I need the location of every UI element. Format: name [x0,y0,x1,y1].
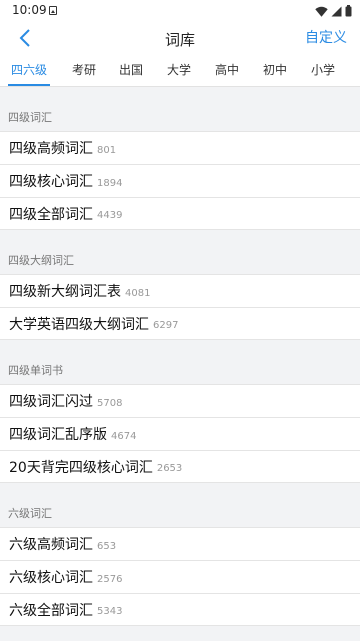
item-count: 4081 [125,287,151,299]
status-icons [315,4,352,18]
custom-button[interactable]: 自定义 [305,27,347,47]
item-count: 5708 [97,397,123,409]
list-item[interactable]: 四级词汇乱序版 4674 [0,417,360,450]
item-name: 四级词汇乱序版 [9,427,107,443]
item-count: 1894 [97,177,123,189]
section-header: 四级词汇 [0,87,360,131]
battery-icon [345,5,352,17]
tab-middle-school[interactable]: 初中 [261,54,289,86]
wifi-icon [315,6,328,17]
tab-high-school[interactable]: 高中 [213,54,241,86]
item-count: 653 [97,540,117,552]
notification-icon [49,6,57,15]
status-bar: 10:09 [0,0,360,22]
item-name: 四级新大纲词汇表 [9,284,121,300]
item-name: 四级高频词汇 [9,141,93,157]
item-name: 六级高频词汇 [9,537,93,553]
tab-primary-school[interactable]: 小学 [309,54,337,86]
list-item[interactable]: 四级核心词汇 1894 [0,164,360,197]
item-name: 四级全部词汇 [9,206,93,223]
section-header: 四级单词书 [0,340,360,384]
list-item[interactable]: 大学英语四级大纲词汇 6297 [0,307,360,340]
item-count: 6297 [153,320,179,331]
list-item[interactable]: 六级核心词汇 2576 [0,560,360,593]
item-count: 5343 [97,606,123,617]
section-title: 四级大纲词汇 [8,254,74,267]
signal-icon [331,6,342,16]
tab-bar: 四六级 考研 出国 大学 高中 初中 小学 [0,54,360,87]
status-time: 10:09 [12,3,47,17]
section-title: 四级词汇 [8,111,52,124]
list-item[interactable]: 六级全部词汇 5343 [0,593,360,626]
section-list: 六级高频词汇 653 六级核心词汇 2576 六级全部词汇 5343 [0,527,360,626]
item-count: 4439 [97,210,123,221]
item-count: 4674 [111,430,137,442]
word-list: 四级词汇 四级高频词汇 801 四级核心词汇 1894 四级全部词汇 4439 … [0,87,360,626]
list-item[interactable]: 四级词汇闪过 5708 [0,384,360,417]
list-item[interactable]: 四级高频词汇 801 [0,131,360,164]
item-name: 六级全部词汇 [9,602,93,619]
item-name: 大学英语四级大纲词汇 [9,316,149,333]
section-title: 四级单词书 [8,364,63,377]
item-count: 2653 [156,463,183,474]
list-item[interactable]: 20天背完四级核心词汇 2653 [0,450,360,483]
tab-kaoyan[interactable]: 考研 [70,54,98,86]
nav-bar: 词库 自定义 [0,22,360,54]
item-name: 20天背完四级核心词汇 [9,459,153,476]
tab-cet[interactable]: 四六级 [8,54,50,86]
tab-university[interactable]: 大学 [165,54,193,86]
list-item[interactable]: 四级全部词汇 4439 [0,197,360,230]
section-header: 四级大纲词汇 [0,230,360,274]
section-list: 四级新大纲词汇表 4081 大学英语四级大纲词汇 6297 [0,274,360,340]
item-name: 六级核心词汇 [9,570,93,586]
item-count: 801 [97,144,117,156]
section-title: 六级词汇 [8,507,52,520]
section-header: 六级词汇 [0,483,360,527]
section-list: 四级词汇闪过 5708 四级词汇乱序版 4674 20天背完四级核心词汇 265… [0,384,360,483]
item-name: 四级词汇闪过 [9,394,93,410]
item-count: 2576 [97,573,123,585]
item-name: 四级核心词汇 [9,174,93,190]
section-list: 四级高频词汇 801 四级核心词汇 1894 四级全部词汇 4439 [0,131,360,230]
list-item[interactable]: 四级新大纲词汇表 4081 [0,274,360,307]
tab-abroad[interactable]: 出国 [117,54,145,86]
list-item[interactable]: 六级高频词汇 653 [0,527,360,560]
